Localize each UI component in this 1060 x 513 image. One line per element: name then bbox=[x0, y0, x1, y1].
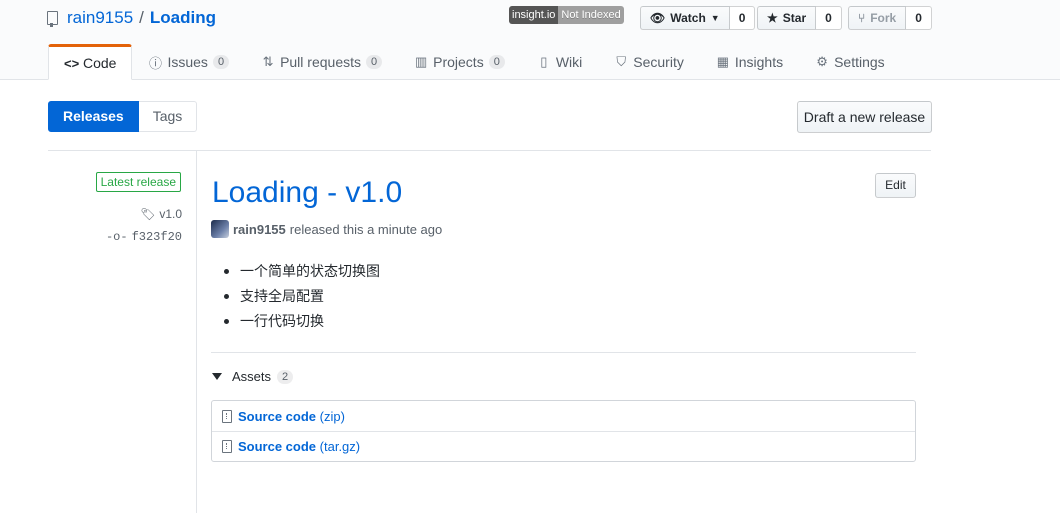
repo-name-link[interactable]: Loading bbox=[150, 8, 216, 28]
asset-name: Source code bbox=[238, 439, 317, 454]
asset-name: Source code bbox=[238, 408, 317, 424]
releases-subnav: Releases Tags bbox=[48, 101, 198, 132]
star-icon: ★ bbox=[767, 11, 778, 25]
repo-separator: / bbox=[139, 8, 144, 27]
asset-link-zip[interactable]: Source code (zip) bbox=[238, 409, 345, 424]
release-commit: f323f20 bbox=[131, 230, 182, 244]
list-item: 一行代码切换 bbox=[224, 312, 380, 337]
fork-group: ⑂ Fork 0 bbox=[848, 6, 932, 30]
tab-count: 0 bbox=[488, 55, 505, 69]
tab-insights[interactable]: ▦ Insights bbox=[700, 44, 799, 80]
tags-tab[interactable]: Tags bbox=[138, 101, 198, 132]
watch-button[interactable]: 👁 Watch ▼ bbox=[640, 6, 730, 30]
pull-request-icon: ⇅ bbox=[262, 54, 274, 69]
code-icon: <> bbox=[64, 55, 80, 71]
tab-issues[interactable]: ⓘ Issues 0 bbox=[132, 44, 245, 80]
repo-icon bbox=[47, 11, 58, 27]
release-notes: 一个简单的状态切换图 支持全局配置 一行代码切换 bbox=[224, 262, 380, 337]
asset-link-targz[interactable]: Source code (tar.gz) bbox=[238, 439, 360, 454]
release-title[interactable]: Loading - v1.0 bbox=[212, 176, 402, 210]
insight-badge[interactable]: insight.io Not Indexed bbox=[509, 6, 624, 24]
caret-down-icon: ▼ bbox=[710, 13, 720, 23]
issue-icon: ⓘ bbox=[148, 55, 162, 71]
release-commit-link[interactable]: -o- f323f20 bbox=[106, 230, 182, 244]
tab-label: Security bbox=[633, 54, 684, 70]
tab-settings[interactable]: ⚙ Settings bbox=[799, 44, 901, 80]
tab-label: Code bbox=[83, 55, 117, 71]
fork-button[interactable]: ⑂ Fork bbox=[848, 6, 907, 30]
assets-list: Source code (zip) Source code (tar.gz) bbox=[211, 400, 916, 462]
releases-tab[interactable]: Releases bbox=[48, 101, 139, 132]
tab-label: Projects bbox=[433, 54, 484, 70]
graph-icon: ▦ bbox=[716, 54, 729, 69]
list-item: Source code (zip) bbox=[212, 401, 915, 431]
eye-icon: 👁 bbox=[650, 11, 666, 25]
file-zip-icon bbox=[222, 440, 232, 453]
author-link[interactable]: rain9155 bbox=[233, 222, 286, 237]
tab-projects[interactable]: ▥ Projects 0 bbox=[398, 44, 521, 80]
assets-toggle[interactable]: Assets 2 bbox=[212, 369, 294, 384]
repo-tabs: <> Code ⓘ Issues 0 ⇅ Pull requests 0 ▥ P… bbox=[48, 44, 901, 80]
repo-title: rain9155 / Loading bbox=[47, 8, 216, 28]
list-item: 支持全局配置 bbox=[224, 287, 380, 312]
draft-release-button[interactable]: Draft a new release bbox=[797, 101, 932, 133]
repo-header: rain9155 / Loading insight.io Not Indexe… bbox=[0, 0, 1060, 80]
tab-security[interactable]: ⛉ Security bbox=[598, 44, 700, 80]
latest-release-label: Latest release bbox=[95, 172, 181, 192]
tab-pull-requests[interactable]: ⇅ Pull requests 0 bbox=[245, 44, 398, 80]
tab-code[interactable]: <> Code bbox=[48, 44, 133, 80]
edit-release-button[interactable]: Edit bbox=[875, 173, 916, 198]
book-icon: ▯ bbox=[540, 54, 548, 69]
release-tag-link[interactable]: 🏷 v1.0 bbox=[140, 207, 182, 221]
list-item: Source code (tar.gz) bbox=[212, 431, 915, 461]
shield-icon: ⛉ bbox=[616, 54, 627, 69]
release-byline: rain9155 released this a minute ago bbox=[211, 220, 442, 238]
tab-label: Pull requests bbox=[280, 54, 361, 70]
commit-icon: -o- bbox=[105, 230, 128, 244]
tab-label: Issues bbox=[167, 54, 208, 70]
file-zip-icon bbox=[222, 409, 232, 423]
tab-label: Insights bbox=[734, 54, 784, 70]
watch-label: Watch bbox=[670, 11, 706, 25]
tab-count: 0 bbox=[366, 55, 383, 69]
star-count[interactable]: 0 bbox=[816, 6, 842, 30]
gear-icon: ⚙ bbox=[816, 54, 828, 69]
star-button[interactable]: ★ Star bbox=[757, 6, 817, 30]
assets-count: 2 bbox=[277, 369, 294, 384]
project-icon: ▥ bbox=[414, 54, 428, 69]
assets-label: Assets bbox=[232, 369, 272, 384]
fork-label: Fork bbox=[870, 11, 897, 25]
tab-count: 0 bbox=[212, 55, 230, 69]
divider bbox=[48, 150, 931, 151]
tab-label: Wiki bbox=[555, 54, 583, 70]
triangle-down-icon bbox=[212, 373, 222, 380]
badge-left: insight.io bbox=[509, 6, 559, 24]
tab-label: Settings bbox=[834, 54, 885, 70]
asset-ext: (zip) bbox=[319, 408, 345, 424]
released-time: released this a minute ago bbox=[289, 221, 443, 237]
star-group: ★ Star 0 bbox=[757, 6, 842, 30]
avatar[interactable] bbox=[211, 220, 229, 238]
fork-count[interactable]: 0 bbox=[906, 6, 932, 30]
star-label: Star bbox=[782, 11, 807, 25]
badge-right: Not Indexed bbox=[558, 6, 624, 24]
repo-owner-link[interactable]: rain9155 bbox=[67, 8, 133, 28]
tab-wiki[interactable]: ▯ Wiki bbox=[521, 44, 598, 80]
list-item: 一个简单的状态切换图 bbox=[224, 262, 380, 287]
divider bbox=[211, 352, 916, 353]
tag-icon: 🏷 bbox=[140, 207, 156, 221]
watch-count[interactable]: 0 bbox=[729, 6, 756, 30]
fork-icon: ⑂ bbox=[858, 11, 866, 25]
release-tag: v1.0 bbox=[159, 207, 182, 221]
watch-group: 👁 Watch ▼ 0 bbox=[640, 6, 756, 30]
asset-ext: (tar.gz) bbox=[319, 439, 361, 454]
release-timeline-line bbox=[196, 150, 197, 513]
